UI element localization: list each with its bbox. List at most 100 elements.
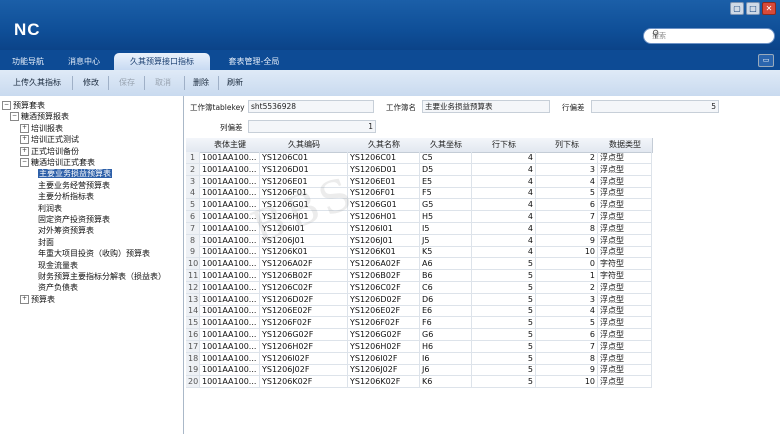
table-cell[interactable]: YS1206H01 [348,211,420,223]
table-cell[interactable]: 1001AA100... [200,175,260,188]
tree-node[interactable]: 现金流量表 [38,260,78,271]
table-cell[interactable]: B6 [420,270,472,282]
table-cell[interactable]: 5 [536,317,598,330]
table-cell[interactable]: YS1206I01 [260,222,348,235]
table-cell[interactable]: C5 [420,152,472,164]
column-header[interactable]: 列下标 [536,138,599,153]
table-cell[interactable]: YS1206F01 [260,187,348,200]
expand-icon[interactable]: + [20,146,29,156]
table-cell[interactable]: YS1206K01 [260,246,348,259]
table-cell[interactable]: 9 [536,234,598,247]
tree-node[interactable]: + 正式培训备份 [20,146,79,157]
tab-restore-icon[interactable]: ▭ [758,54,774,67]
table-cell[interactable]: 1001AA100... [200,222,260,235]
column-header[interactable]: 行下标 [472,138,537,153]
table-cell[interactable]: 8 [536,222,598,235]
table-cell[interactable]: 1001AA100... [200,211,260,223]
tree-node[interactable]: + 培训正式测试 [20,134,79,145]
table-cell[interactable]: YS1206C02F [348,281,420,294]
column-header[interactable]: 久其编码 [260,138,349,153]
table-cell[interactable]: YS1206I02F [348,352,420,365]
table-cell[interactable]: YS1206K02F [348,376,420,389]
table-cell[interactable]: E5 [420,175,472,188]
table-cell[interactable]: 浮点型 [598,305,652,318]
rowoffset-field[interactable]: 5 [591,100,719,113]
table-cell[interactable]: YS1206J01 [260,234,348,247]
table-cell[interactable]: 浮点型 [598,293,652,306]
search-icon[interactable]: ⚲ [652,29,768,40]
table-cell[interactable]: YS1206F02F [348,317,420,330]
table-cell[interactable]: 1001AA100... [200,305,260,318]
table-cell[interactable]: 1001AA100... [200,376,260,389]
tree-node[interactable]: + 培训报表 [20,123,63,134]
table-cell[interactable]: 5 [472,281,536,294]
table-cell[interactable]: YS1206E02F [260,305,348,318]
cancel-button[interactable]: 取消 [150,75,176,91]
tree-node[interactable]: 资产负债表 [38,282,78,293]
table-cell[interactable]: 5 [472,340,536,353]
table-cell[interactable]: 4 [472,246,536,259]
table-cell[interactable]: 浮点型 [598,234,652,247]
table-cell[interactable]: I5 [420,222,472,235]
table-cell[interactable]: 3 [536,293,598,306]
table-cell[interactable]: 5 [472,270,536,282]
search-input[interactable]: 搜索 ⚲ [643,28,775,44]
table-cell[interactable]: 4 [472,175,536,188]
table-cell[interactable]: 浮点型 [598,163,652,176]
table-cell[interactable]: J6 [420,364,472,377]
table-cell[interactable]: 4 [536,305,598,318]
table-cell[interactable]: 0 [536,258,598,271]
table-cell[interactable]: K5 [420,246,472,259]
table-cell[interactable]: 浮点型 [598,211,652,223]
table-cell[interactable]: C6 [420,281,472,294]
table-cell[interactable]: YS1206B02F [260,270,348,282]
table-cell[interactable]: 5 [472,364,536,377]
upload-indicator-button[interactable]: 上传久其指标 [6,75,68,91]
table-cell[interactable]: YS1206D02F [260,293,348,306]
table-cell[interactable]: YS1206H02F [348,340,420,353]
restore-window-icon[interactable]: ▢ [730,2,744,15]
tab-function-nav[interactable]: 功能导航 [4,53,52,70]
table-cell[interactable]: 4 [472,222,536,235]
tree-node[interactable]: 主要分析指标表 [38,191,94,202]
table-cell[interactable]: 浮点型 [598,364,652,377]
tree-node[interactable]: + 预算表 [20,294,55,305]
table-cell[interactable]: J5 [420,234,472,247]
table-cell[interactable]: YS1206G02F [260,329,348,341]
table-cell[interactable]: 4 [472,234,536,247]
table-cell[interactable]: YS1206J02F [348,364,420,377]
table-cell[interactable]: I6 [420,352,472,365]
table-cell[interactable]: YS1206K02F [260,376,348,389]
table-cell[interactable]: 5 [472,258,536,271]
table-cell[interactable]: YS1206C01 [348,152,420,164]
tab-jiuqi-indicators[interactable]: 久其预算接口指标 [114,53,210,70]
tablekey-field[interactable]: sht5536928 [248,100,374,113]
table-cell[interactable]: 10 [536,376,598,389]
table-cell[interactable]: 1 [536,270,598,282]
table-cell[interactable]: YS1206A02F [260,258,348,271]
table-cell[interactable]: 5 [472,352,536,365]
table-cell[interactable]: YS1206B02F [348,270,420,282]
table-cell[interactable]: 9 [536,364,598,377]
tree-node[interactable]: 年重大项目投资（收购）预算表 [38,248,150,259]
table-cell[interactable]: F6 [420,317,472,330]
table-cell[interactable]: 5 [536,187,598,200]
table-cell[interactable]: YS1206C02F [260,281,348,294]
tree-node[interactable]: − 糖酒预算报表 [10,111,69,122]
tree-node[interactable]: − 预算套表 [2,100,45,111]
table-cell[interactable]: 4 [472,163,536,176]
coloffset-field[interactable]: 1 [248,120,376,133]
table-cell[interactable]: 1001AA100... [200,352,260,365]
table-cell[interactable]: E6 [420,305,472,318]
column-header[interactable]: 久其名称 [348,138,421,153]
table-cell[interactable]: 1001AA100... [200,152,260,164]
tree-node[interactable]: 利润表 [38,203,62,214]
table-cell[interactable]: D6 [420,293,472,306]
table-cell[interactable]: YS1206J01 [348,234,420,247]
column-header[interactable]: 久其坐标 [420,138,473,153]
table-cell[interactable]: 1001AA100... [200,246,260,259]
table-cell[interactable]: 5 [472,317,536,330]
table-cell[interactable]: 1001AA100... [200,281,260,294]
table-cell[interactable]: 浮点型 [598,340,652,353]
table-cell[interactable]: 1001AA100... [200,199,260,212]
